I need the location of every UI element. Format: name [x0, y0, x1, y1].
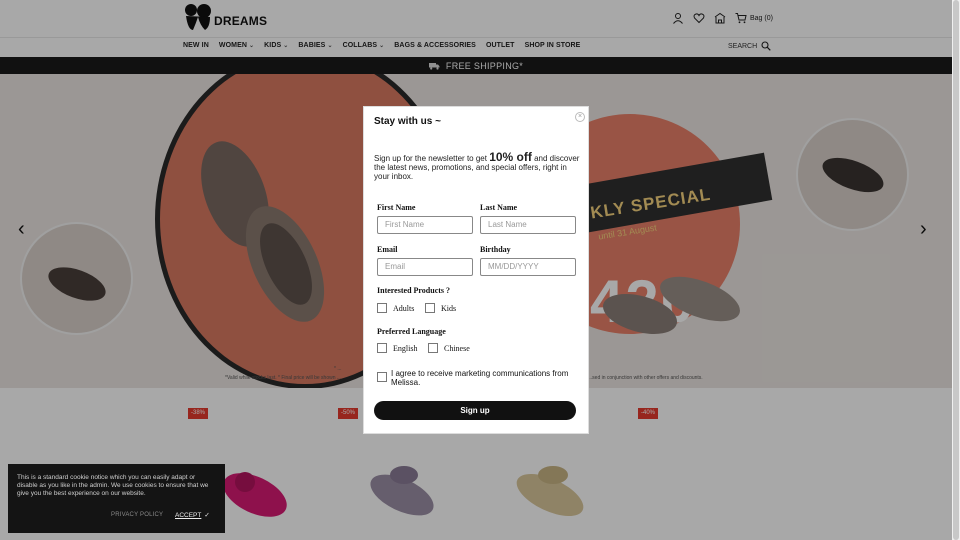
modal-description: Sign up for the newsletter to get 10% of…	[374, 150, 584, 181]
email-field[interactable]: Email	[377, 258, 473, 276]
scrollbar-thumb[interactable]	[953, 0, 959, 540]
checkbox-label: English	[393, 343, 418, 353]
cookie-text: This is a standard cookie notice which y…	[17, 474, 209, 497]
cookie-notice: This is a standard cookie notice which y…	[8, 464, 225, 533]
checkbox-kids[interactable]: Kids	[425, 303, 456, 313]
page-scrollbar[interactable]	[952, 0, 960, 540]
checkbox[interactable]	[428, 343, 438, 353]
accept-button[interactable]: ACCEPT ✓	[175, 511, 210, 520]
checkbox[interactable]	[377, 343, 387, 353]
checkbox-adults[interactable]: Adults	[377, 303, 414, 313]
birthday-label: Birthday	[480, 245, 511, 254]
check-icon: ✓	[204, 512, 210, 519]
accept-label: ACCEPT	[175, 511, 202, 519]
checkbox-english[interactable]: English	[377, 343, 417, 353]
birthday-field[interactable]: MM/DD/YYYY	[480, 258, 576, 276]
modal-title: Stay with us ~	[374, 116, 441, 127]
desc-text: Sign up for the newsletter to get	[374, 154, 490, 163]
interested-products-label: Interested Products ?	[377, 286, 451, 295]
checkbox[interactable]	[377, 303, 387, 313]
first-name-field[interactable]: First Name	[377, 216, 473, 234]
preferred-language-label: Preferred Language	[377, 327, 446, 336]
checkbox-label: Adults	[393, 303, 415, 313]
email-label: Email	[377, 245, 398, 254]
last-name-field[interactable]: Last Name	[480, 216, 576, 234]
privacy-policy-link[interactable]: PRIVACY POLICY	[111, 512, 163, 518]
checkbox[interactable]	[377, 372, 387, 382]
checkbox-label: Kids	[441, 303, 457, 313]
discount-highlight: 10% off	[489, 150, 532, 164]
checkbox[interactable]	[425, 303, 435, 313]
first-name-label: First Name	[377, 203, 416, 212]
newsletter-modal: × Stay with us ~ Sign up for the newslet…	[363, 106, 589, 434]
close-icon[interactable]: ×	[575, 112, 585, 122]
signup-button[interactable]: Sign up	[374, 401, 576, 420]
marketing-consent[interactable]: I agree to receive marketing communicati…	[377, 369, 577, 387]
checkbox-label: Chinese	[444, 343, 470, 353]
consent-text: I agree to receive marketing communicati…	[391, 369, 569, 387]
checkbox-chinese[interactable]: Chinese	[428, 343, 470, 353]
last-name-label: Last Name	[480, 203, 518, 212]
